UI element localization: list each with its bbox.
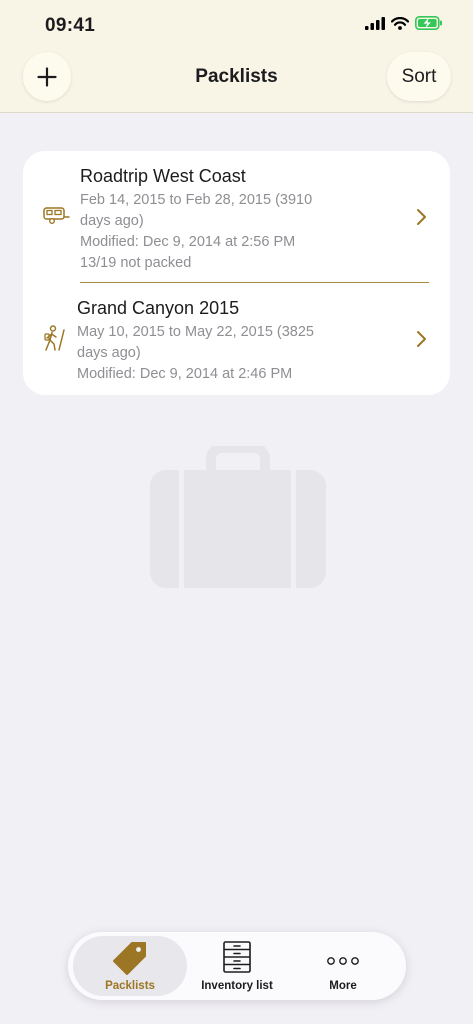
tab-label: Packlists [105, 980, 155, 992]
navigation-header: 09:41 Packlists Sort [0, 0, 473, 113]
tab-label: Inventory list [201, 980, 273, 992]
more-dots-icon [327, 957, 359, 965]
battery-charging-icon [415, 16, 442, 30]
wifi-icon [391, 16, 409, 30]
trip-dates: Feb 14, 2015 to Feb 28, 2015 (3910 [80, 192, 313, 208]
sort-button[interactable]: Sort [387, 52, 451, 101]
hiker-icon [44, 325, 65, 351]
trip-title: Roadtrip West Coast [80, 166, 246, 186]
tab-bar: Packlists Inventory list More [68, 932, 406, 1000]
trip-dates-continued: days ago) [80, 213, 144, 229]
packlist-row-grand-canyon[interactable]: Grand Canyon 2015 May 10, 2015 to May 22… [23, 283, 450, 395]
trip-dates-continued: days ago) [77, 345, 141, 361]
trip-modified: Modified: Dec 9, 2014 at 2:56 PM [80, 234, 296, 250]
trip-title: Grand Canyon 2015 [77, 298, 240, 318]
signal-icon [365, 16, 385, 30]
chevron-right-icon [417, 209, 426, 225]
packlist-row-roadtrip[interactable]: Roadtrip West Coast Feb 14, 2015 to Feb … [23, 151, 450, 282]
tab-label: More [329, 980, 357, 992]
suitcase-icon [150, 446, 326, 588]
tab-packlists[interactable]: Packlists [73, 936, 187, 996]
drawer-cabinet-icon [223, 941, 251, 973]
tab-more[interactable]: More [293, 936, 393, 996]
status-icons [365, 16, 443, 30]
trip-packed-status: 13/19 not packed [80, 255, 192, 271]
trip-modified: Modified: Dec 9, 2014 at 2:46 PM [77, 366, 293, 382]
camper-trailer-icon [43, 207, 70, 224]
trip-dates: May 10, 2015 to May 22, 2015 (3825 [77, 324, 314, 340]
status-time: 09:41 [45, 15, 96, 36]
tab-inventory-list[interactable]: Inventory list [187, 936, 287, 996]
chevron-right-icon [417, 331, 426, 347]
tag-icon [113, 942, 146, 975]
packlist-card: Roadtrip West Coast Feb 14, 2015 to Feb … [23, 151, 450, 395]
